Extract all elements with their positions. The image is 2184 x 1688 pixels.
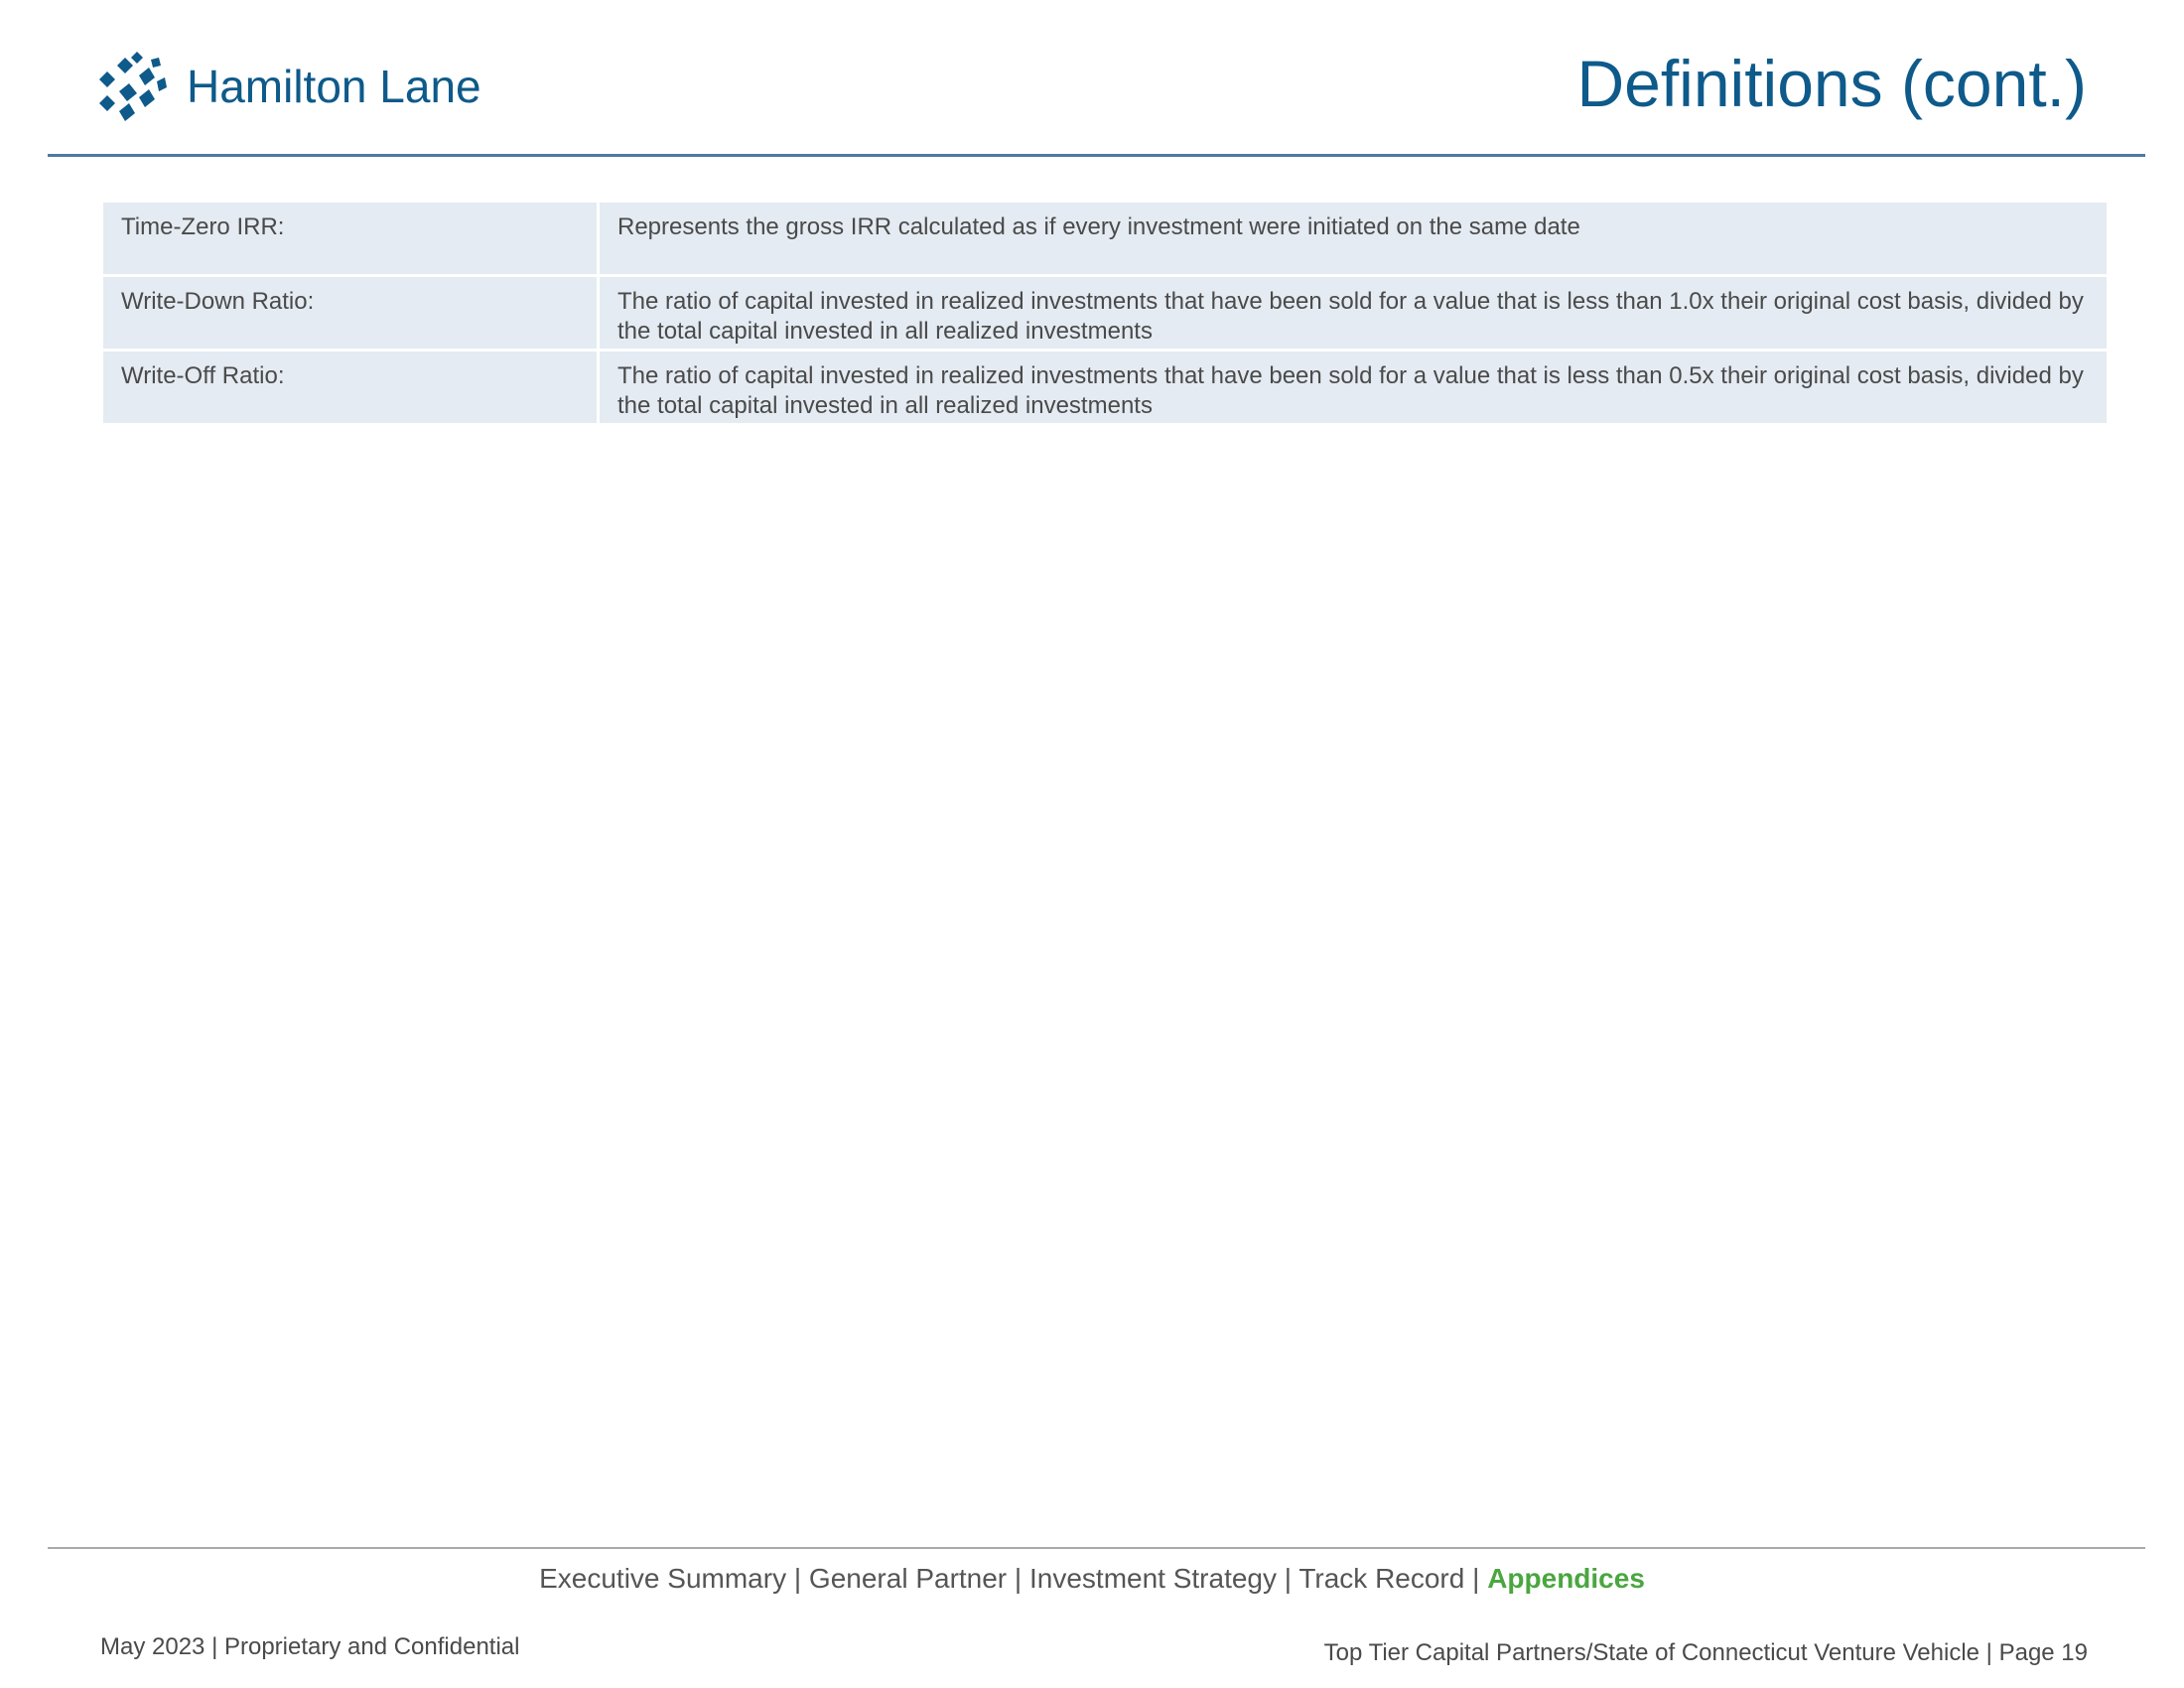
header-divider [48,154,2145,157]
table-row: Write-Off Ratio: The ratio of capital in… [100,349,2110,426]
nav-separator: | [1277,1563,1299,1594]
page-title: Definitions (cont.) [1576,47,2087,120]
footer-divider [48,1547,2145,1549]
nav-executive-summary[interactable]: Executive Summary [539,1563,786,1594]
definition-term: Time-Zero IRR: [100,200,600,277]
definition-text: The ratio of capital invested in realize… [597,274,2110,352]
footer-date-confidential: May 2023 | Proprietary and Confidential [100,1633,520,1660]
nav-investment-strategy[interactable]: Investment Strategy [1029,1563,1277,1594]
nav-separator: | [1007,1563,1029,1594]
definitions-table: Time-Zero IRR: Represents the gross IRR … [100,200,2110,426]
definition-term: Write-Down Ratio: [100,274,600,352]
logo-wordmark: Hamilton Lane [187,61,481,112]
definition-text: Represents the gross IRR calculated as i… [597,200,2110,277]
nav-track-record[interactable]: Track Record [1298,1563,1464,1594]
table-row: Time-Zero IRR: Represents the gross IRR … [100,200,2110,277]
table-row: Write-Down Ratio: The ratio of capital i… [100,274,2110,352]
definition-term: Write-Off Ratio: [100,349,600,426]
hamilton-lane-logo-icon [99,52,167,121]
nav-appendices[interactable]: Appendices [1487,1563,1645,1594]
footer-page-info: Top Tier Capital Partners/State of Conne… [1323,1639,2088,1666]
hamilton-lane-logo: Hamilton Lane [97,50,481,123]
nav-separator: | [786,1563,809,1594]
nav-separator: | [1464,1563,1488,1594]
definition-text: The ratio of capital invested in realize… [597,349,2110,426]
section-navigation: Executive Summary | General Partner | In… [0,1563,2184,1595]
nav-general-partner[interactable]: General Partner [809,1563,1007,1594]
